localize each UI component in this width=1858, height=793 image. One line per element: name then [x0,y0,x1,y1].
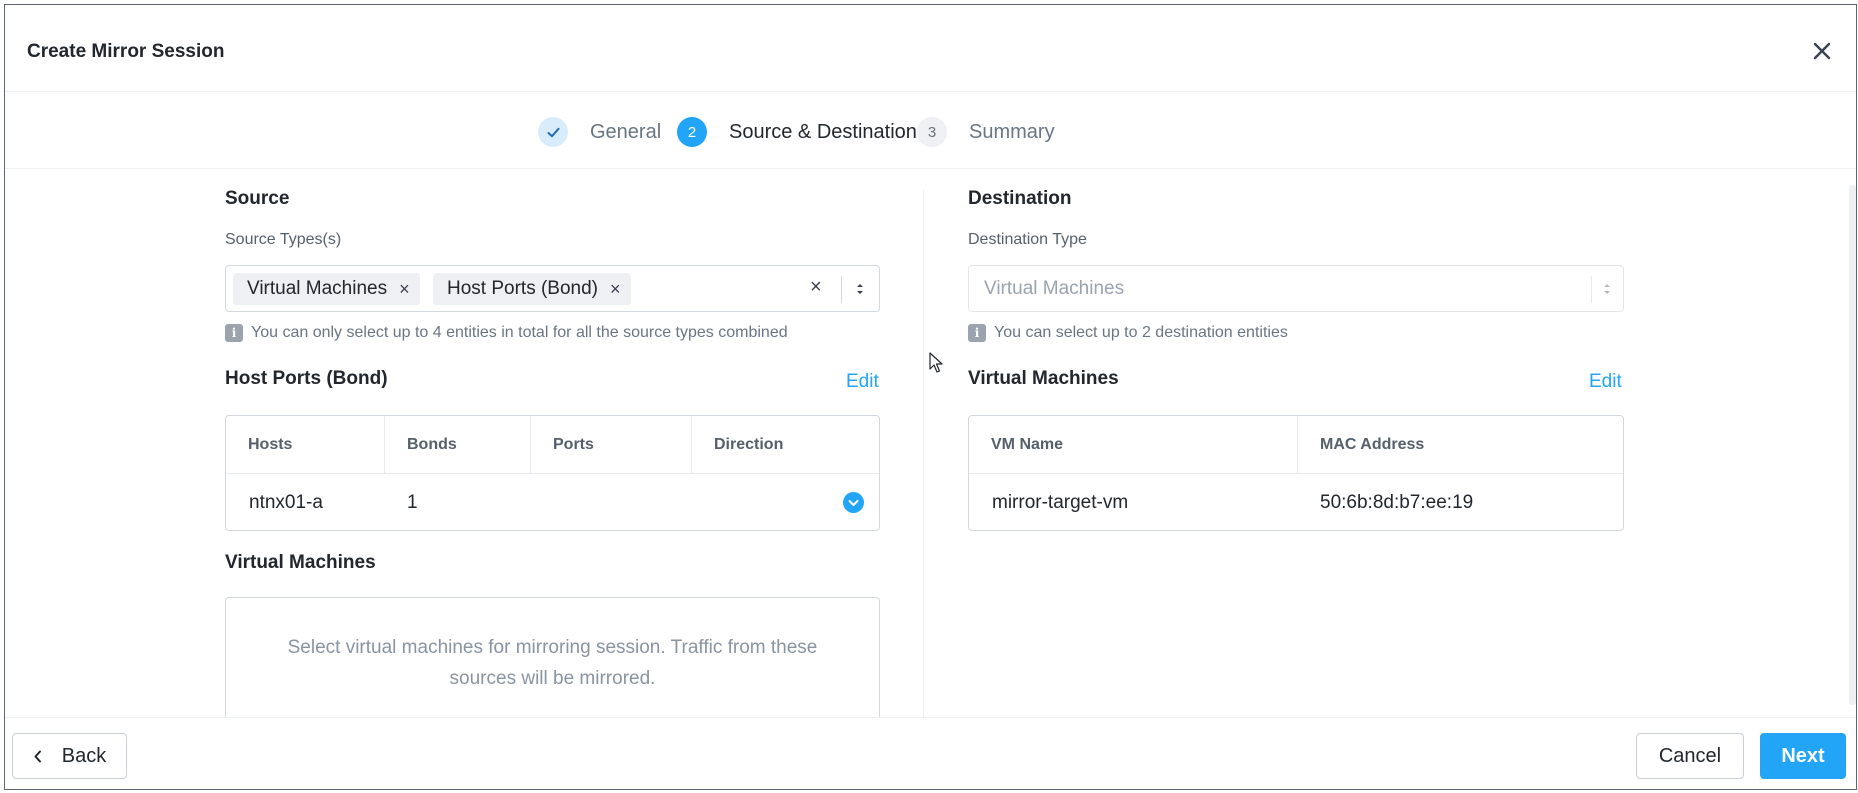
step-general-marker [538,117,568,147]
step-general-label: General [590,120,662,143]
cell-mac-address: 50:6b:8d:b7:ee:19 [1320,491,1474,513]
step-summary[interactable]: 3 Summary [917,117,1055,147]
chevron-down-icon [848,499,859,506]
info-icon: i [968,324,986,342]
column-header-direction: Direction [714,436,784,453]
clear-selection-icon[interactable]: × [810,276,822,299]
next-button[interactable]: Next [1760,733,1846,779]
destination-vms-table: VM Name MAC Address mirror-target-vm 50:… [968,415,1624,531]
cancel-button[interactable]: Cancel [1636,733,1744,779]
table-header: Hosts Bonds Ports Direction [226,416,879,474]
empty-state-text: Select virtual machines for mirroring se… [287,637,818,689]
content-scrollbar[interactable] [1849,185,1856,705]
column-header-bonds: Bonds [407,436,457,453]
destination-title: Destination [968,188,1072,209]
chevron-left-icon [34,750,41,762]
destination-hint: i You can select up to 2 destination ent… [968,324,1288,342]
step-source-destination[interactable]: 2 Source & Destination [677,117,917,147]
mouse-cursor-icon [929,352,943,373]
remove-chip-icon[interactable]: × [399,279,410,300]
next-button-label: Next [1781,744,1825,767]
destination-vms-title: Virtual Machines [968,368,1119,389]
create-mirror-session-dialog: Create Mirror Session General 2 Source &… [4,4,1857,790]
destination-hint-text: You can select up to 2 destination entit… [994,324,1288,341]
chip-label: Host Ports (Bond) [447,278,598,299]
cell-vm-name: mirror-target-vm [992,491,1129,513]
cell-ports [531,474,691,530]
back-button-label: Back [61,744,107,767]
close-icon [1813,42,1831,60]
cell-direction [692,474,842,530]
chip-label: Virtual Machines [247,278,388,299]
column-divider [923,190,924,717]
cell-host: ntnx01-a [249,491,323,513]
wizard-steps: General 2 Source & Destination 3 Summary [5,93,1856,169]
host-ports-edit-link[interactable]: Edit [846,371,879,393]
step-source-destination-marker: 2 [677,117,707,147]
table-header: VM Name MAC Address [969,416,1623,474]
info-icon: i [225,324,243,342]
source-types-select[interactable]: Virtual Machines × Host Ports (Bond) × × [225,265,880,312]
dialog-header: Create Mirror Session [5,5,1856,92]
close-button[interactable] [1808,37,1836,65]
step-general[interactable]: General [538,117,661,147]
remove-chip-icon[interactable]: × [610,279,621,300]
dialog-title: Create Mirror Session [27,41,225,62]
source-hint: i You can only select up to 4 entities i… [225,324,788,342]
dialog-content: Source Source Types(s) Virtual Machines … [5,170,1856,717]
cell-bonds: 1 [407,491,418,513]
back-button[interactable]: Back [12,733,127,779]
source-vms-empty-state[interactable]: Select virtual machines for mirroring se… [225,597,880,717]
column-header-hosts: Hosts [248,436,293,453]
destination-type-select: Virtual Machines [968,265,1624,312]
host-ports-title: Host Ports (Bond) [225,368,388,389]
destination-vms-edit-link[interactable]: Edit [1589,371,1622,393]
chip-virtual-machines: Virtual Machines × [233,273,420,305]
chip-host-ports-bond: Host Ports (Bond) × [433,273,631,305]
source-hint-text: You can only select up to 4 entities in … [251,324,788,341]
source-title: Source [225,188,290,209]
column-header-ports: Ports [553,436,594,453]
step-summary-label: Summary [969,120,1055,143]
check-icon [547,127,559,137]
sort-arrows-icon[interactable] [853,279,867,299]
column-header-vm-name: VM Name [991,436,1064,453]
select-separator [1591,276,1592,303]
expand-row-button[interactable] [843,492,864,513]
cancel-button-label: Cancel [1658,744,1722,767]
step-source-destination-label: Source & Destination [729,120,917,143]
step-summary-marker: 3 [917,117,947,147]
sort-arrows-icon [1604,284,1610,294]
table-row: mirror-target-vm 50:6b:8d:b7:ee:19 [969,474,1623,530]
destination-type-label: Destination Type [968,231,1087,248]
table-row: ntnx01-a 1 [226,474,879,530]
source-types-label: Source Types(s) [225,231,342,248]
select-separator [841,276,842,303]
host-ports-table: Hosts Bonds Ports Direction ntnx01-a 1 [225,415,880,531]
destination-type-value: Virtual Machines [984,278,1125,299]
dialog-footer: Back Cancel Next [5,717,1856,789]
source-vms-title: Virtual Machines [225,552,376,573]
column-header-mac-address: MAC Address [1320,436,1425,453]
